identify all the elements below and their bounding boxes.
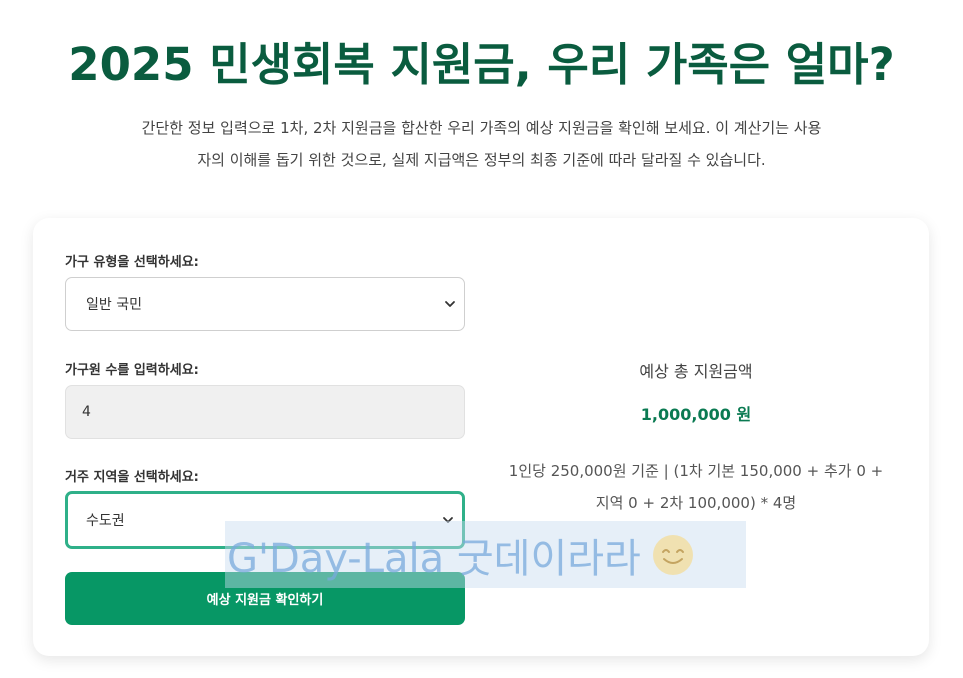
household-type-label: 가구 유형을 선택하세요: — [65, 255, 199, 270]
page-description: 간단한 정보 입력으로 1차, 2차 지원금을 합산한 우리 가족의 예상 지원… — [95, 112, 868, 176]
page-title: 2025 민생회복 지원금, 우리 가족은 얼마? — [68, 38, 895, 91]
watermark: G'Day-Lala 굿데이라라 — [225, 521, 746, 588]
description-line-2: 자의 이해를 돕기 위한 것으로, 실제 지급액은 정부의 최종 기준에 따라 … — [197, 151, 766, 169]
household-type-value: 일반 국민 — [86, 297, 142, 313]
region-label: 거주 지역을 선택하세요: — [65, 470, 199, 485]
members-value: 4 — [82, 404, 91, 420]
result-label: 예상 총 지원금액 — [639, 362, 753, 381]
result-detail-line-1: 1인당 250,000원 기준 | (1차 기본 150,000 + 추가 0 … — [508, 462, 884, 480]
members-input[interactable]: 4 — [65, 385, 465, 439]
watermark-text: G'Day-Lala 굿데이라라 — [227, 535, 641, 582]
smile-emoji-icon — [652, 534, 693, 575]
household-type-select[interactable]: 일반 국민 — [65, 277, 465, 331]
members-label: 가구원 수를 입력하세요: — [65, 363, 199, 378]
result-amount: 1,000,000 원 — [640, 405, 752, 424]
result-detail: 1인당 250,000원 기준 | (1차 기본 150,000 + 추가 0 … — [490, 455, 902, 519]
region-value: 수도권 — [86, 513, 125, 529]
chevron-down-icon — [445, 301, 455, 307]
page: 2025 민생회복 지원금, 우리 가족은 얼마? 간단한 정보 입력으로 1차… — [0, 0, 963, 678]
result-detail-line-2: 지역 0 + 2차 100,000) * 4명 — [595, 494, 797, 512]
description-line-1: 간단한 정보 입력으로 1차, 2차 지원금을 합산한 우리 가족의 예상 지원… — [141, 119, 822, 137]
